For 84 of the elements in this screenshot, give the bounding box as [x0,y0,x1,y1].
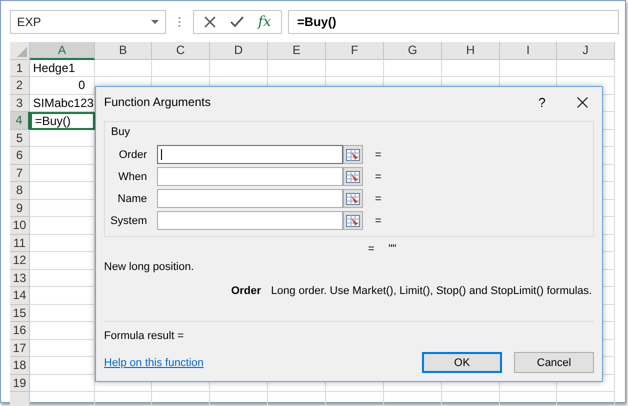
row-header[interactable]: 8 [10,182,30,200]
column-header[interactable]: B [95,42,152,60]
row-header[interactable]: 7 [10,164,30,182]
row-header[interactable]: 4 [10,112,30,130]
row-header[interactable]: 3 [10,94,30,112]
table-cell[interactable] [442,60,500,77]
grip-icon [178,16,181,28]
help-button[interactable]: ? [522,94,562,110]
close-icon[interactable] [576,96,588,108]
column-header[interactable]: H [442,42,500,60]
column-header[interactable]: A [30,42,95,60]
row-header[interactable]: 19 [10,374,30,392]
range-select-icon [346,170,360,182]
row-header[interactable]: 5 [10,130,30,147]
table-cell[interactable] [152,60,210,77]
collapse-dialog-button[interactable] [343,167,363,186]
dropdown-icon[interactable] [151,20,159,24]
table-cell[interactable]: Hedge1 [30,60,95,77]
table-cell[interactable] [95,60,152,77]
column-header[interactable]: D [210,42,268,60]
column-header[interactable]: J [557,42,615,60]
row-header[interactable] [10,392,30,406]
argument-description: Long order. Use Market(), Limit(), Stop() and StopLimit() formulas. [271,285,592,297]
row-header[interactable]: 18 [10,357,30,374]
enter-check-icon[interactable] [230,16,244,28]
help-link[interactable]: Help on this function [104,356,410,368]
row-header[interactable]: 11 [10,234,30,252]
row-header[interactable]: 13 [10,270,30,287]
row-header[interactable]: 2 [10,77,30,94]
table-cell[interactable] [30,374,95,392]
equals-sign: = [375,192,382,204]
dialog-title: Function Arguments [104,95,212,109]
argument-label: System [109,214,148,226]
equals-sign: = [368,243,374,255]
table-cell[interactable] [326,60,384,77]
row-header[interactable]: 14 [10,287,30,304]
collapse-dialog-button[interactable] [343,211,363,230]
column-header[interactable]: C [152,42,210,60]
table-cell[interactable] [384,60,442,77]
row-header[interactable]: 6 [10,147,30,164]
result-value: "" [388,243,396,255]
table-cell[interactable] [557,60,615,77]
insert-function-button[interactable]: fx [258,14,272,30]
formula-result: Formula result = [104,330,185,342]
row-header[interactable]: 1 [10,60,30,77]
row-header[interactable]: 17 [10,340,30,357]
function-description: New long position. [104,261,195,273]
equals-sign: = [375,170,382,182]
argument-field[interactable] [157,189,343,208]
text-caret [161,149,162,160]
table-cell[interactable] [500,60,557,77]
argument-field[interactable] [157,145,343,164]
group-label: Buy [110,126,131,138]
table-cell[interactable]: =Buy() [30,112,95,130]
argument-label: Order [118,148,148,160]
cancel-icon[interactable] [204,16,216,28]
argument-label: Name [116,192,148,204]
row-header[interactable]: 10 [10,217,30,234]
argument-field[interactable] [157,167,343,186]
ok-button[interactable]: OK [422,352,502,373]
name-box[interactable]: EXP [10,10,166,34]
range-select-icon [346,192,360,204]
collapse-dialog-button[interactable] [343,145,363,164]
range-select-icon [346,148,360,160]
collapse-dialog-button[interactable] [343,189,363,208]
row-header[interactable]: 12 [10,252,30,270]
equals-sign: = [375,214,382,226]
argument-label: When [117,170,148,182]
row-header[interactable]: 16 [10,322,30,340]
column-header[interactable]: G [384,42,442,60]
table-cell[interactable] [268,60,326,77]
argument-name: Order [231,285,262,297]
formula-field[interactable]: =Buy() [288,10,619,34]
cancel-button[interactable]: Cancel [514,352,594,373]
row-header[interactable]: 9 [10,200,30,217]
row-header[interactable]: 15 [10,304,30,322]
range-select-icon [346,214,360,226]
argument-field[interactable] [157,211,343,230]
column-header[interactable]: I [500,42,557,60]
column-header[interactable]: F [326,42,384,60]
column-header[interactable]: E [268,42,326,60]
equals-sign: = [375,148,382,160]
table-cell[interactable] [210,60,268,77]
select-all-icon[interactable] [17,46,27,56]
